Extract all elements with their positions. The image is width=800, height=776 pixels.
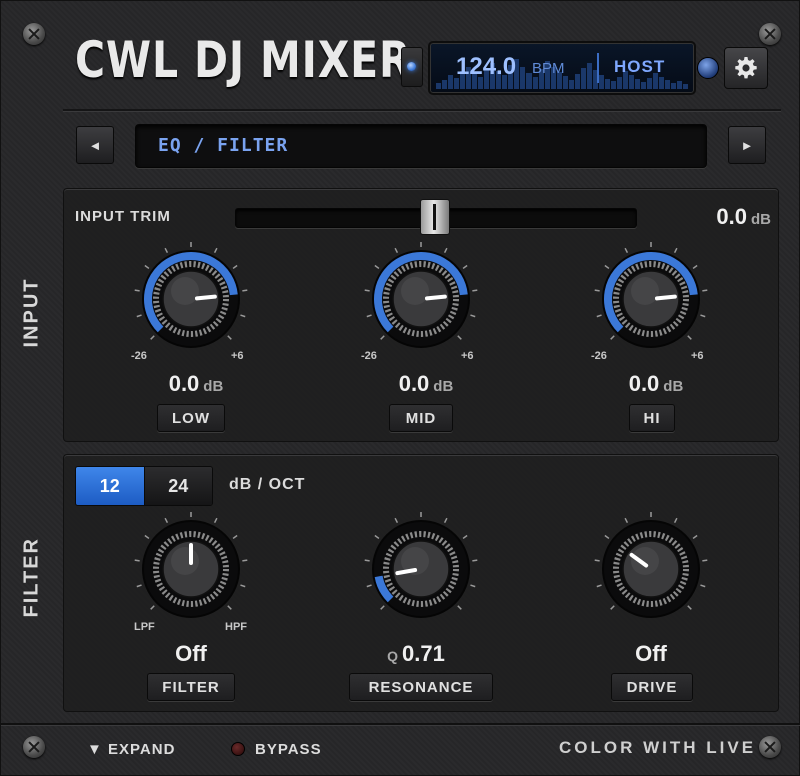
knob-graphic (134, 512, 248, 618)
bpm-display[interactable]: 124.0 BPM HOST (428, 41, 696, 95)
drive-knob[interactable] (591, 509, 711, 634)
filter-knob[interactable] (131, 509, 251, 634)
bpm-divider (597, 53, 599, 83)
input-section-label: INPUT (20, 277, 43, 348)
mixer-plugin: CWL DJ MIXER 124.0 BPM HOST ◄ EQ / FILTE… (0, 0, 800, 776)
knob-graphic (594, 512, 708, 618)
input-trim-unit: dB (751, 211, 771, 228)
hi-min-label: -26 (591, 350, 607, 362)
resonance-label: RESONANCE (349, 673, 493, 701)
screw-icon (759, 736, 781, 758)
hi-max-label: +6 (691, 350, 704, 362)
bpm-nudge-knob[interactable] (697, 57, 719, 79)
low-eq-knob[interactable] (131, 239, 251, 364)
resonance-knob[interactable] (361, 509, 481, 634)
mid-max-label: +6 (461, 350, 474, 362)
divider (63, 109, 781, 112)
bpm-unit: BPM (532, 60, 565, 77)
hi-value: 0.0 (628, 371, 660, 396)
bpm-value: 124.0 (456, 53, 517, 80)
bpm-source: HOST (614, 57, 666, 76)
hi-eq-knob[interactable] (591, 239, 711, 364)
slope-selector: 12 24 (75, 466, 213, 506)
led-icon (407, 62, 416, 71)
mid-unit: dB (433, 378, 454, 395)
filter-value: Off (175, 641, 207, 666)
hi-unit: dB (663, 378, 684, 395)
settings-button[interactable] (724, 47, 768, 89)
prev-preset-button[interactable]: ◄ (76, 126, 114, 164)
resonance-prefix: Q (387, 648, 399, 664)
drive-value: Off (635, 641, 667, 666)
knob-graphic (594, 242, 708, 348)
screw-icon (23, 736, 45, 758)
mid-label: MID (389, 404, 453, 432)
hi-label: HI (629, 404, 675, 432)
slope-12-button[interactable]: 12 (76, 467, 144, 505)
input-trim-value: 0.0 (716, 204, 747, 229)
drive-label: DRIVE (611, 673, 693, 701)
input-trim-handle[interactable] (420, 199, 450, 235)
knob-graphic (134, 242, 248, 348)
screw-icon (759, 23, 781, 45)
mid-value: 0.0 (398, 371, 430, 396)
resonance-value: 0.71 (402, 641, 445, 666)
low-value: 0.0 (168, 371, 200, 396)
screw-icon (23, 23, 45, 45)
slope-24-button[interactable]: 24 (143, 467, 212, 505)
knob-graphic (364, 512, 478, 618)
low-label: LOW (157, 404, 225, 432)
gear-icon (735, 57, 757, 79)
low-min-label: -26 (131, 350, 147, 362)
sync-led-button[interactable] (401, 47, 423, 87)
filter-hpf-label: HPF (225, 621, 247, 633)
mid-min-label: -26 (361, 350, 377, 362)
bypass-led-icon[interactable] (231, 742, 245, 756)
footer-divider (1, 723, 800, 726)
next-preset-button[interactable]: ► (728, 126, 766, 164)
app-title: CWL DJ MIXER (75, 31, 412, 89)
filter-section-label: FILTER (20, 536, 43, 618)
preset-selector[interactable]: EQ / FILTER (135, 124, 707, 168)
knob-graphic (364, 242, 478, 348)
expand-button[interactable]: ▼ EXPAND (87, 741, 175, 758)
bypass-button[interactable]: BYPASS (255, 741, 322, 758)
slope-unit-label: dB / OCT (229, 476, 306, 493)
input-trim-label: INPUT TRIM (75, 208, 171, 225)
low-unit: dB (203, 378, 224, 395)
brand-label: COLOR WITH LIVE (559, 738, 757, 757)
filter-label: FILTER (147, 673, 235, 701)
mid-eq-knob[interactable] (361, 239, 481, 364)
filter-lpf-label: LPF (134, 621, 155, 633)
preset-name: EQ / FILTER (158, 135, 289, 156)
low-max-label: +6 (231, 350, 244, 362)
